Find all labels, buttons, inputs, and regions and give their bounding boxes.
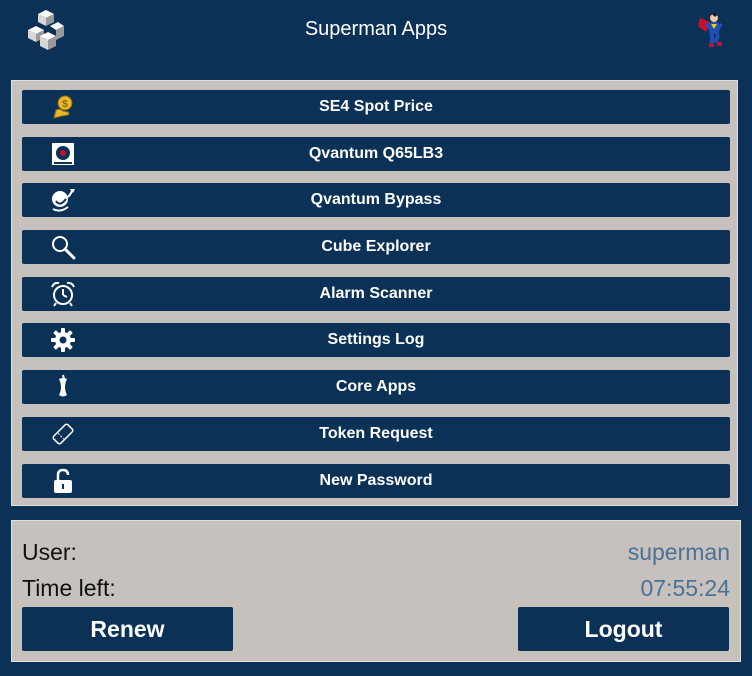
menu-cube-explorer-button[interactable]: Cube Explorer — [22, 230, 730, 264]
menu-panel: $ SE4 Spot Price Qvantum Q65LB3 Qvantum … — [11, 80, 738, 506]
menu-item-label: Core Apps — [335, 378, 417, 395]
menu-item-label: Settings Log — [327, 331, 425, 348]
menu-item-label: SE4 Spot Price — [319, 98, 433, 115]
renew-button[interactable]: Renew — [22, 607, 233, 651]
app-title: Superman Apps — [304, 18, 448, 40]
header-bar: Superman Apps — [0, 0, 752, 62]
menu-item-label: New Password — [319, 472, 433, 489]
menu-core-apps-button[interactable]: Core Apps — [22, 370, 730, 404]
user-label: User: — [22, 539, 77, 565]
menu-token-request-button[interactable]: Token Request — [22, 417, 730, 451]
superman-avatar-icon[interactable] — [696, 12, 728, 50]
menu-item-label: Alarm Scanner — [319, 285, 433, 302]
menu-new-password-button[interactable]: New Password — [22, 464, 730, 498]
time-left-label: Time left: — [22, 575, 116, 601]
menu-alarm-scanner-button[interactable]: Alarm Scanner — [22, 277, 730, 311]
menu-item-label: Token Request — [319, 425, 433, 442]
menu-settings-log-button[interactable]: Settings Log — [22, 323, 730, 357]
menu-qvantum-bypass-button[interactable]: Qvantum Bypass — [22, 183, 730, 217]
menu-item-label: Qvantum Q65LB3 — [308, 145, 444, 162]
time-left-value: 07:55:24 — [640, 575, 730, 601]
menu-item-label: Qvantum Bypass — [310, 191, 442, 208]
user-value: superman — [627, 539, 730, 565]
session-panel: User: superman Time left: 07:55:24 Renew… — [11, 520, 741, 662]
menu-se4-spot-price-button[interactable]: $ SE4 Spot Price — [22, 90, 730, 124]
logout-button[interactable]: Logout — [518, 607, 729, 651]
menu-item-label: Cube Explorer — [321, 238, 431, 255]
menu-qvantum-q65lb3-button[interactable]: Qvantum Q65LB3 — [22, 137, 730, 171]
